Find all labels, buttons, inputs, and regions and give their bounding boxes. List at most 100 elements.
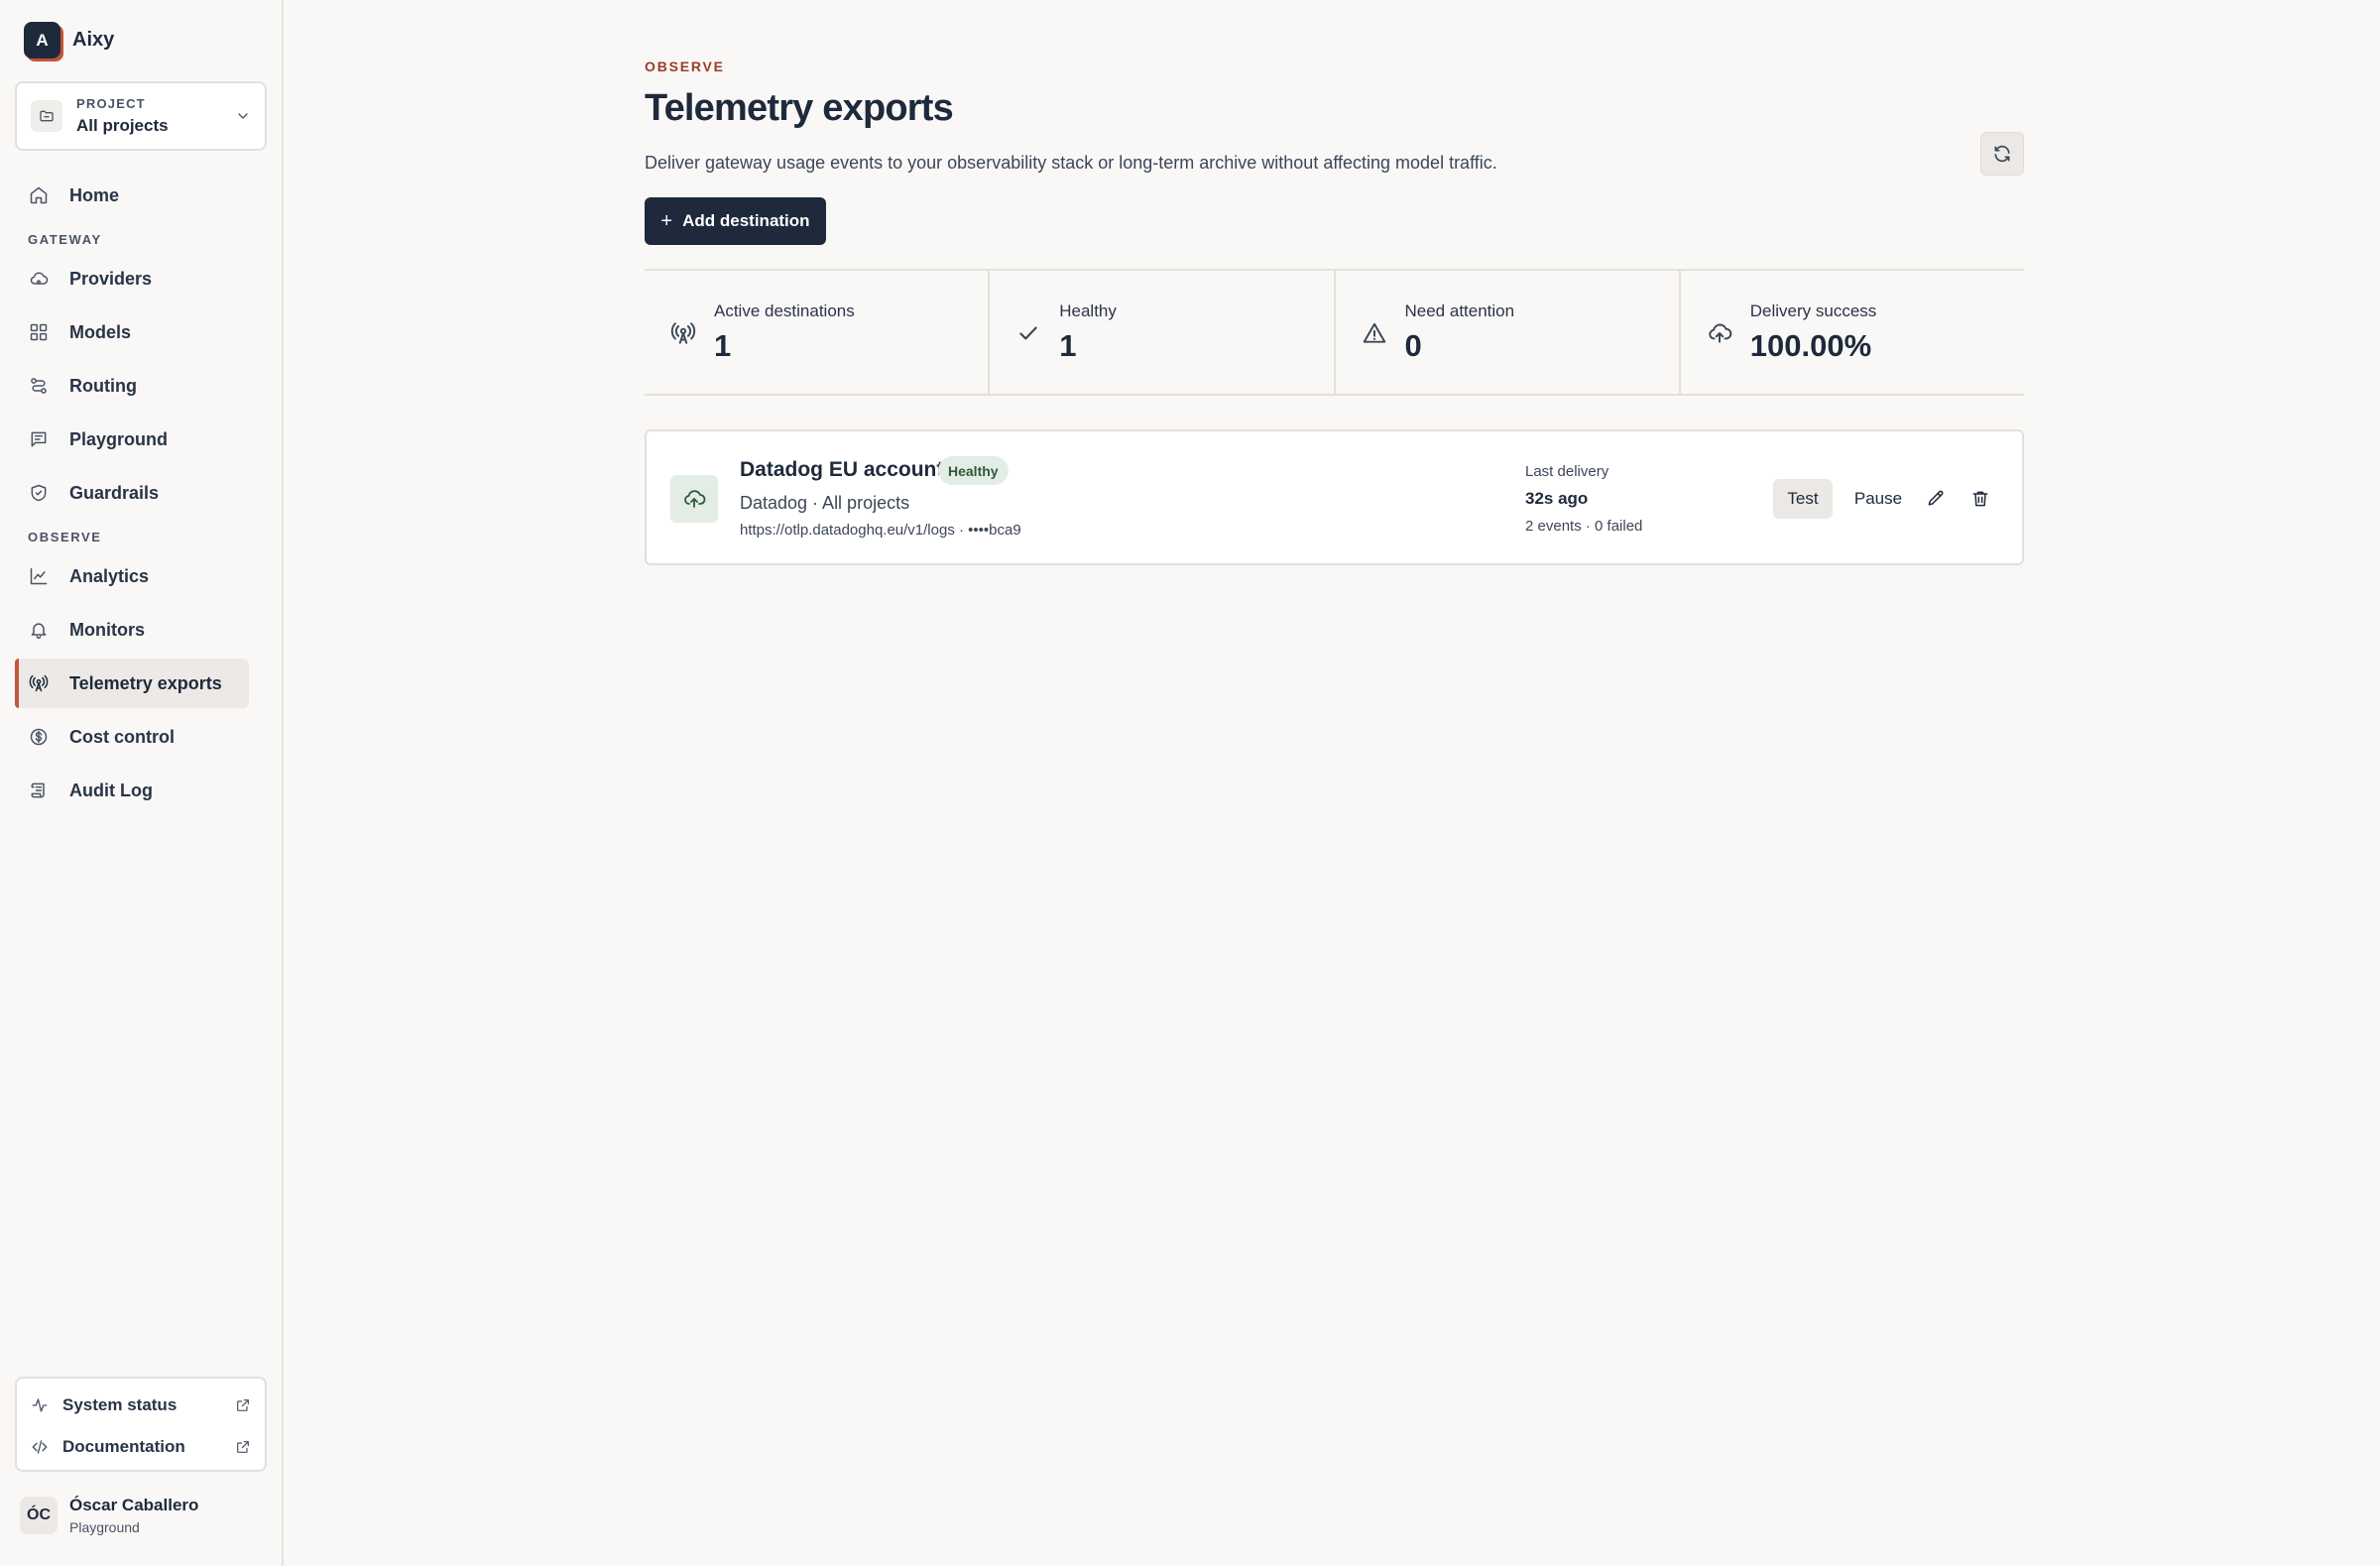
cloud-upload-icon xyxy=(670,475,718,523)
documentation-link[interactable]: Documentation xyxy=(31,1426,251,1468)
sidebar-item-label: Telemetry exports xyxy=(69,672,222,693)
trash-icon xyxy=(1972,491,1988,507)
sidebar-item-label: Home xyxy=(69,184,120,205)
sidebar-item-home[interactable]: Home xyxy=(15,171,249,220)
delivery-stats: 2 events · 0 failed xyxy=(1525,518,1643,535)
destination-endpoint: https://otlp.datadoghq.eu/v1/logs · ••••… xyxy=(740,522,1021,539)
project-value: All projects xyxy=(76,116,169,135)
bell-icon xyxy=(28,619,50,641)
scroll-icon xyxy=(28,780,50,801)
sidebar-item-label: Audit Log xyxy=(69,780,153,800)
brand-logo: A xyxy=(24,22,60,59)
brand[interactable]: A Aixy xyxy=(24,22,114,59)
project-text: PROJECT All projects xyxy=(76,96,235,136)
section-observe: OBSERVE xyxy=(28,529,102,544)
stat-active-destinations: Active destinations 1 xyxy=(645,271,991,394)
pause-button[interactable]: Pause xyxy=(1843,479,1914,519)
project-selector[interactable]: PROJECT All projects xyxy=(15,81,267,151)
sidebar-nav: Home GATEWAY Providers Models Routing Pl… xyxy=(15,171,249,819)
system-status-label: System status xyxy=(62,1395,178,1414)
stat-value: 100.00% xyxy=(1749,328,1872,363)
activity-icon xyxy=(32,1398,48,1412)
dollar-circle-icon xyxy=(28,726,50,748)
antenna-icon xyxy=(28,672,50,694)
message-square-icon xyxy=(28,428,50,450)
avatar: ÓC xyxy=(20,1497,58,1534)
refresh-icon xyxy=(1994,145,2010,163)
refresh-button[interactable] xyxy=(1980,132,2024,176)
stat-label: Active destinations xyxy=(714,301,855,320)
home-icon xyxy=(28,184,50,206)
sidebar-item-label: Models xyxy=(69,321,132,342)
test-button[interactable]: Test xyxy=(1773,479,1833,519)
user-name: Óscar Caballero xyxy=(69,1496,199,1514)
sidebar-item-label: Guardrails xyxy=(69,482,160,503)
stat-label: Delivery success xyxy=(1749,301,1877,320)
stat-delivery-success: Delivery success 100.00% xyxy=(1681,271,2024,394)
pencil-icon xyxy=(1928,490,1944,506)
sidebar: A Aixy PROJECT All projects Home GATEWAY… xyxy=(0,0,284,1566)
page-kicker: OBSERVE xyxy=(645,59,725,74)
project-kicker: PROJECT xyxy=(76,96,146,111)
blocks-icon xyxy=(28,321,50,343)
destination-card[interactable]: Datadog EU account Healthy Datadog · All… xyxy=(645,429,2024,565)
documentation-label: Documentation xyxy=(62,1437,185,1456)
page-description: Deliver gateway usage events to your obs… xyxy=(645,153,1497,173)
route-icon xyxy=(28,375,50,397)
user-menu[interactable]: ÓC Óscar Caballero Playground xyxy=(20,1496,198,1535)
system-status-link[interactable]: System status xyxy=(31,1385,251,1426)
sidebar-item-label: Providers xyxy=(69,268,153,289)
code-icon xyxy=(32,1440,48,1454)
sidebar-item-label: Analytics xyxy=(69,565,150,586)
sidebar-item-monitors[interactable]: Monitors xyxy=(15,605,249,655)
stat-need-attention: Need attention 0 xyxy=(1336,271,1681,394)
footer-links: System status Documentation xyxy=(15,1377,267,1472)
sidebar-item-playground[interactable]: Playground xyxy=(15,415,249,464)
sidebar-item-label: Routing xyxy=(69,375,137,396)
delete-button[interactable] xyxy=(1966,485,1994,513)
last-delivery-label: Last delivery xyxy=(1525,463,1609,480)
add-destination-button[interactable]: + Add destination xyxy=(645,197,826,245)
stat-value: 0 xyxy=(1404,328,1422,363)
destination-name: Datadog EU account xyxy=(740,458,944,481)
sidebar-item-models[interactable]: Models xyxy=(15,307,249,357)
stat-value: 1 xyxy=(714,328,732,363)
sidebar-item-telemetry-exports[interactable]: Telemetry exports xyxy=(15,659,249,708)
plus-icon: + xyxy=(660,209,673,232)
sidebar-item-label: Playground xyxy=(69,428,169,449)
stat-label: Healthy xyxy=(1059,301,1117,320)
destination-subtitle: Datadog · All projects xyxy=(740,493,910,513)
stats-row: Active destinations 1 Healthy 1 Need att… xyxy=(645,269,2024,396)
last-delivery-time: 32s ago xyxy=(1525,489,1589,508)
status-badge: Healthy xyxy=(938,456,1009,485)
user-role: Playground xyxy=(69,1519,140,1535)
stat-healthy: Healthy 1 xyxy=(990,271,1336,394)
chart-line-icon xyxy=(28,565,50,587)
brand-name: Aixy xyxy=(72,29,115,51)
sidebar-item-guardrails[interactable]: Guardrails xyxy=(15,468,249,518)
stat-value: 1 xyxy=(1059,328,1077,363)
sidebar-item-label: Cost control xyxy=(69,726,175,747)
check-icon xyxy=(1019,326,1037,340)
shield-check-icon xyxy=(28,482,50,504)
sidebar-item-label: Monitors xyxy=(69,619,145,640)
last-delivery: Last delivery 32s ago 2 events · 0 faile… xyxy=(1525,463,1642,535)
cloud-upload-icon xyxy=(1709,323,1732,343)
edit-button[interactable] xyxy=(1922,485,1950,513)
sidebar-item-audit-log[interactable]: Audit Log xyxy=(15,766,249,815)
warning-icon xyxy=(1363,322,1385,343)
external-link-icon xyxy=(237,1441,249,1453)
sidebar-item-analytics[interactable]: Analytics xyxy=(15,551,249,601)
sidebar-item-cost-control[interactable]: Cost control xyxy=(15,712,249,762)
page-title: Telemetry exports xyxy=(645,87,954,129)
external-link-icon xyxy=(237,1399,249,1411)
cloud-icon xyxy=(28,268,50,290)
stat-label: Need attention xyxy=(1404,301,1515,320)
sidebar-item-routing[interactable]: Routing xyxy=(15,361,249,411)
antenna-icon xyxy=(670,322,696,344)
add-destination-label: Add destination xyxy=(682,211,810,230)
user-text: Óscar Caballero Playground xyxy=(69,1496,198,1535)
folder-icon xyxy=(31,100,62,132)
sidebar-item-providers[interactable]: Providers xyxy=(15,254,249,303)
section-gateway: GATEWAY xyxy=(28,231,102,247)
